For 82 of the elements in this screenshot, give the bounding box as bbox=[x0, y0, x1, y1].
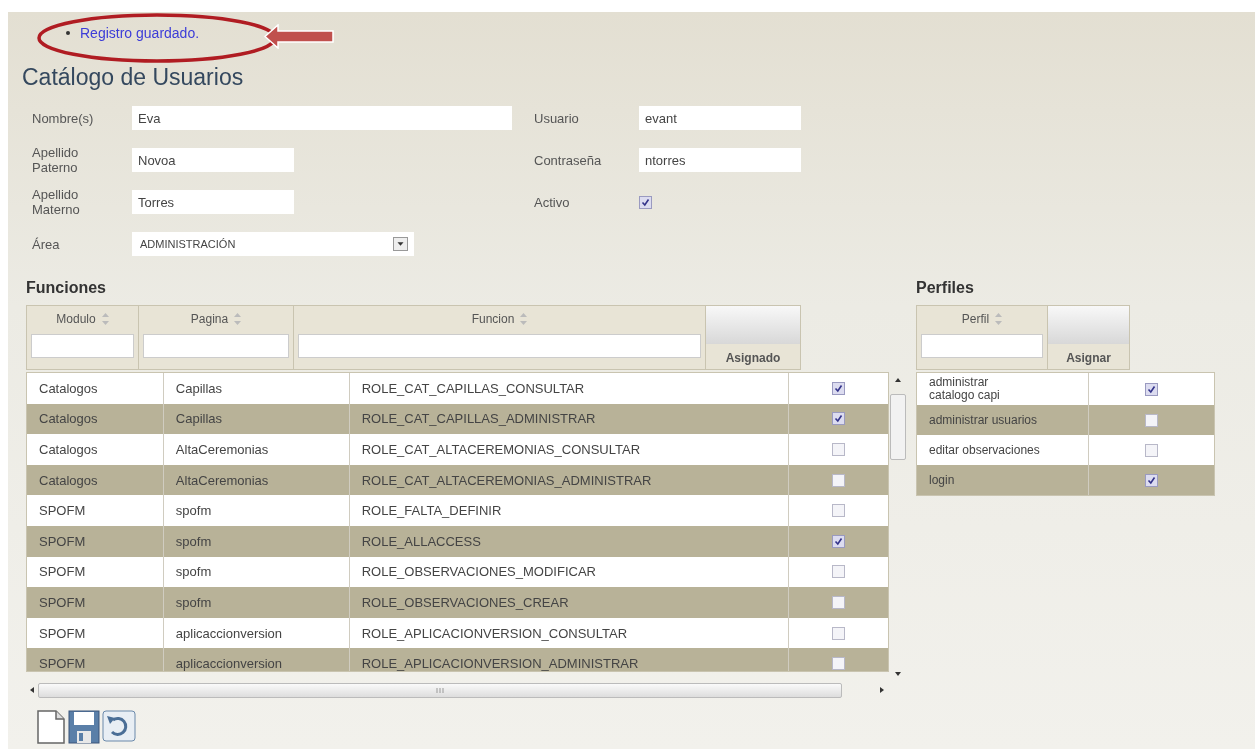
column-title[interactable]: Modulo bbox=[56, 312, 96, 326]
sort-icon[interactable] bbox=[101, 313, 109, 325]
checkbox[interactable] bbox=[832, 595, 846, 609]
filter-field[interactable] bbox=[31, 334, 134, 358]
field-label: Apellido Paterno bbox=[32, 145, 80, 175]
checkbox[interactable] bbox=[832, 657, 846, 671]
text-field[interactable]: evant bbox=[639, 106, 801, 130]
text-field[interactable]: Torres bbox=[132, 190, 294, 214]
checkbox[interactable] bbox=[1145, 413, 1158, 427]
table-cell: AltaCeremonias bbox=[163, 464, 350, 496]
checkbox[interactable] bbox=[832, 443, 846, 456]
checkbox[interactable] bbox=[832, 626, 846, 640]
filter-field[interactable] bbox=[921, 334, 1043, 358]
table-cell: SPOFM bbox=[27, 525, 164, 557]
scroll-down-icon[interactable] bbox=[894, 672, 901, 676]
area-dropdown[interactable]: ADMINISTRACIÓN bbox=[132, 232, 414, 256]
table-cell: ROLE_FALTA_DEFINIR bbox=[349, 495, 790, 526]
table-cell: administrar usuarios bbox=[917, 405, 1089, 435]
sort-icon[interactable] bbox=[995, 313, 1003, 325]
checkbox[interactable] bbox=[1145, 382, 1158, 396]
table-cell: ROLE_CAT_CAPILLAS_ADMINISTRAR bbox=[349, 403, 790, 435]
scrollbar-thumb[interactable] bbox=[889, 394, 906, 460]
scroll-left-icon[interactable] bbox=[30, 687, 34, 693]
table-cell: Catalogos bbox=[27, 403, 164, 435]
field-label: Apellido Materno bbox=[32, 187, 81, 217]
column-title[interactable]: Pagina bbox=[190, 312, 229, 326]
table-cell: SPOFM bbox=[27, 648, 164, 671]
annotation-arrow bbox=[264, 24, 335, 49]
checkbox[interactable] bbox=[1145, 443, 1158, 457]
checkbox[interactable] bbox=[832, 565, 846, 579]
text-field[interactable]: Eva bbox=[132, 106, 512, 130]
sort-icon[interactable] bbox=[520, 313, 528, 325]
checkbox[interactable] bbox=[1145, 473, 1158, 487]
table-cell: ROLE_ALLACCESS bbox=[349, 525, 790, 557]
undo-icon[interactable] bbox=[102, 710, 136, 742]
filter-field[interactable] bbox=[298, 334, 701, 358]
assign-header-button[interactable]: Asignar bbox=[1047, 305, 1130, 370]
table-cell: ROLE_CAT_CAPILLAS_CONSULTAR bbox=[349, 373, 790, 404]
checkbox[interactable] bbox=[832, 534, 846, 548]
table-cell: Catalogos bbox=[27, 373, 164, 404]
checkbox[interactable] bbox=[832, 473, 846, 487]
save-icon[interactable] bbox=[68, 710, 100, 744]
page-title: Catálogo de Usuarios bbox=[22, 64, 245, 91]
field-label: Contraseña bbox=[534, 152, 603, 168]
scroll-right-icon[interactable] bbox=[880, 687, 884, 693]
checkbox[interactable] bbox=[832, 381, 846, 395]
section-heading: Perfiles bbox=[916, 279, 975, 297]
filter-field[interactable] bbox=[143, 334, 289, 358]
checkbox[interactable] bbox=[832, 504, 846, 518]
field-label: Área bbox=[32, 236, 61, 252]
table-cell: spofm bbox=[163, 495, 350, 526]
sort-icon[interactable] bbox=[234, 313, 242, 325]
new-document-icon[interactable] bbox=[36, 710, 66, 744]
text-field[interactable]: Novoa bbox=[132, 148, 294, 172]
column-title[interactable]: Funcion bbox=[471, 312, 515, 326]
field-label: Usuario bbox=[534, 110, 580, 126]
table-cell: ROLE_APLICACIONVERSION_ADMINISTRAR bbox=[349, 648, 790, 671]
table-cell: ROLE_OBSERVACIONES_CREAR bbox=[349, 587, 790, 618]
checkbox[interactable] bbox=[639, 195, 652, 209]
table-cell: ROLE_CAT_ALTACEREMONIAS_ADMINISTRAR bbox=[349, 464, 790, 496]
table-cell: spofm bbox=[163, 525, 350, 557]
table-cell: SPOFM bbox=[27, 587, 164, 618]
table-cell: spofm bbox=[163, 587, 350, 618]
table-cell: Capillas bbox=[163, 403, 350, 435]
table-cell: ROLE_CAT_ALTACEREMONIAS_CONSULTAR bbox=[349, 434, 790, 465]
checkbox[interactable] bbox=[832, 412, 846, 426]
table-cell: aplicaccionversion bbox=[163, 648, 350, 671]
scroll-up-icon[interactable] bbox=[894, 378, 901, 382]
grip-icon bbox=[436, 687, 444, 693]
section-heading: Funciones bbox=[26, 279, 107, 297]
table-cell: AltaCeremonias bbox=[163, 434, 350, 465]
assigned-header-button[interactable]: Asignado bbox=[705, 305, 801, 370]
text-field[interactable]: ntorres bbox=[639, 148, 801, 172]
table-cell: Capillas bbox=[163, 373, 350, 404]
status-message: Registro guardado. bbox=[80, 25, 200, 41]
field-label: Nombre(s) bbox=[32, 110, 95, 126]
table-cell: Catalogos bbox=[27, 434, 164, 465]
table-cell: Catalogos bbox=[27, 464, 164, 496]
table-cell: login bbox=[917, 465, 1089, 495]
column-title[interactable]: Perfil bbox=[961, 312, 990, 326]
field-label: Activo bbox=[534, 194, 571, 210]
table-cell: SPOFM bbox=[27, 495, 164, 526]
